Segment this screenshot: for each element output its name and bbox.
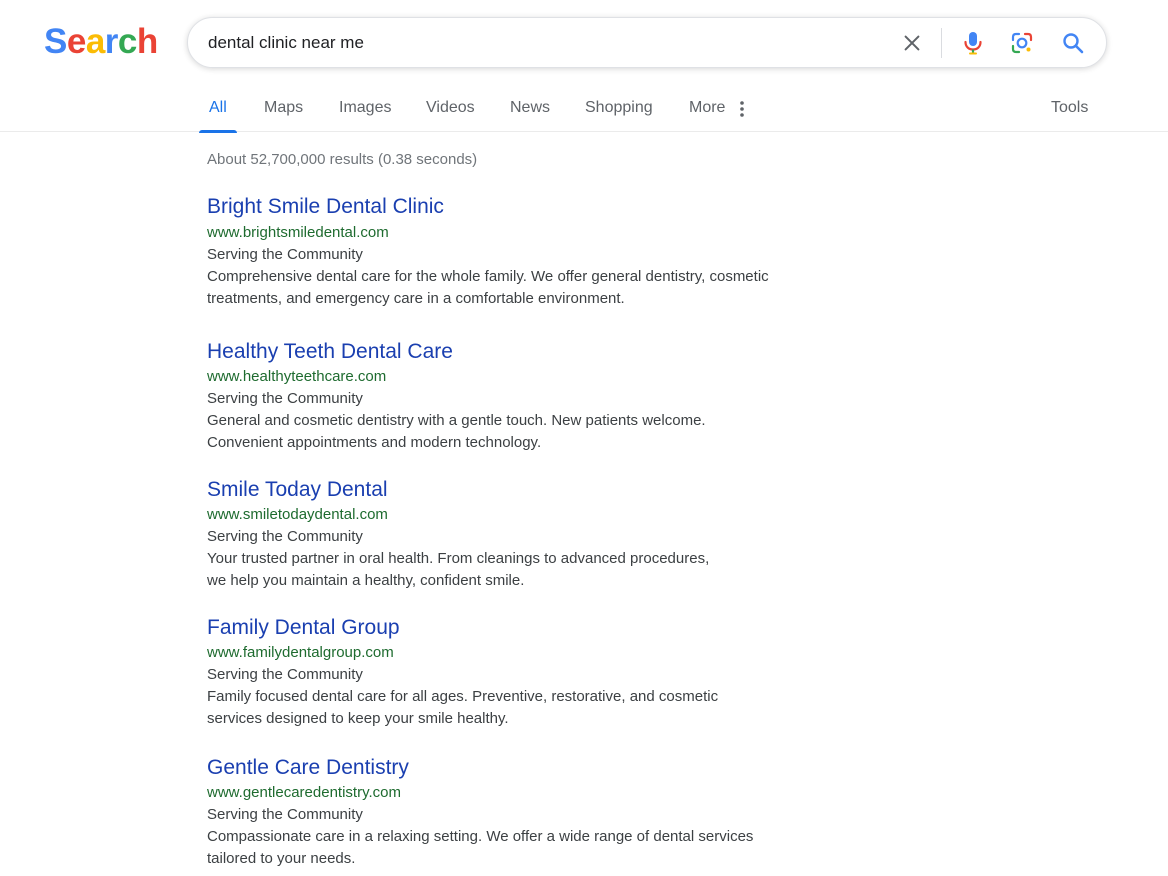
- logo-letter: S: [44, 22, 67, 61]
- result-tag: Serving the Community: [207, 806, 363, 823]
- result-url[interactable]: www.gentlecaredentistry.com: [207, 782, 807, 804]
- tools-button[interactable]: Tools: [1051, 86, 1088, 132]
- result-stats: About 52,700,000 results (0.38 seconds): [207, 151, 478, 168]
- magnify-icon[interactable]: [1060, 30, 1086, 56]
- more-vertical-icon[interactable]: [736, 100, 748, 118]
- result-url[interactable]: www.brightsmiledental.com: [207, 222, 807, 244]
- microphone-icon[interactable]: [960, 30, 986, 56]
- logo-letter: r: [104, 22, 119, 61]
- search-box: [187, 17, 1107, 68]
- result-snippet-line: Compassionate care in a relaxing setting…: [207, 828, 754, 845]
- result-snippet-line: Family focused dental care for all ages.…: [207, 688, 719, 705]
- search-result: Family Dental Group www.familydentalgrou…: [207, 614, 807, 730]
- search-result: Gentle Care Dentistry www.gentlecaredent…: [207, 754, 807, 870]
- tab-images[interactable]: Images: [339, 86, 391, 132]
- logo-letter: a: [85, 22, 105, 61]
- result-tag: Serving the Community: [207, 390, 363, 407]
- result-url[interactable]: www.smiletodaydental.com: [207, 504, 807, 526]
- result-url[interactable]: www.familydentalgroup.com: [207, 642, 807, 664]
- tab-all[interactable]: All: [199, 86, 237, 133]
- logo-letter: c: [117, 22, 137, 61]
- search-result: Bright Smile Dental Clinic www.brightsmi…: [207, 193, 807, 310]
- tab-shopping[interactable]: Shopping: [585, 86, 653, 132]
- result-title-link[interactable]: Healthy Teeth Dental Care: [207, 338, 807, 366]
- lens-icon[interactable]: [1009, 30, 1035, 56]
- result-snippet-line: General and cosmetic dentistry with a ge…: [207, 412, 706, 429]
- result-tag: Serving the Community: [207, 666, 363, 683]
- tab-maps[interactable]: Maps: [264, 86, 303, 132]
- search-result: Smile Today Dental www.smiletodaydental.…: [207, 476, 807, 592]
- result-url[interactable]: www.healthyteethcare.com: [207, 366, 807, 388]
- result-snippet-line: treatments, and emergency care in a comf…: [207, 290, 625, 307]
- result-snippet-line: Your trusted partner in oral health. Fro…: [207, 550, 710, 567]
- result-snippet-line: tailored to your needs.: [207, 850, 356, 867]
- result-title-link[interactable]: Gentle Care Dentistry: [207, 754, 807, 782]
- result-snippet-line: Convenient appointments and modern techn…: [207, 434, 542, 451]
- tab-videos[interactable]: Videos: [426, 86, 475, 132]
- logo-letter: e: [66, 22, 86, 61]
- close-icon[interactable]: [899, 30, 925, 56]
- result-tag: Serving the Community: [207, 528, 363, 545]
- search-results-page: S e a r c h dental clinic near me All Ma…: [0, 0, 1168, 876]
- result-title-link[interactable]: Family Dental Group: [207, 614, 807, 642]
- search-result: Healthy Teeth Dental Care www.healthytee…: [207, 338, 807, 454]
- logo-letter: h: [136, 22, 158, 61]
- search-box-divider: [941, 28, 942, 58]
- result-title-link[interactable]: Bright Smile Dental Clinic: [207, 193, 807, 221]
- result-snippet-line: services designed to keep your smile hea…: [207, 710, 509, 727]
- search-tabs: All Maps Images Videos News Shopping Mor…: [0, 86, 1168, 133]
- search-logo[interactable]: S e a r c h: [44, 20, 158, 64]
- result-snippet-line: we help you maintain a healthy, confiden…: [207, 572, 525, 589]
- result-snippet-line: Comprehensive dental care for the whole …: [207, 268, 769, 285]
- result-title-link[interactable]: Smile Today Dental: [207, 476, 807, 504]
- tab-news[interactable]: News: [510, 86, 550, 132]
- tab-more[interactable]: More: [689, 86, 725, 132]
- result-tag: Serving the Community: [207, 246, 363, 263]
- search-input[interactable]: [208, 30, 868, 56]
